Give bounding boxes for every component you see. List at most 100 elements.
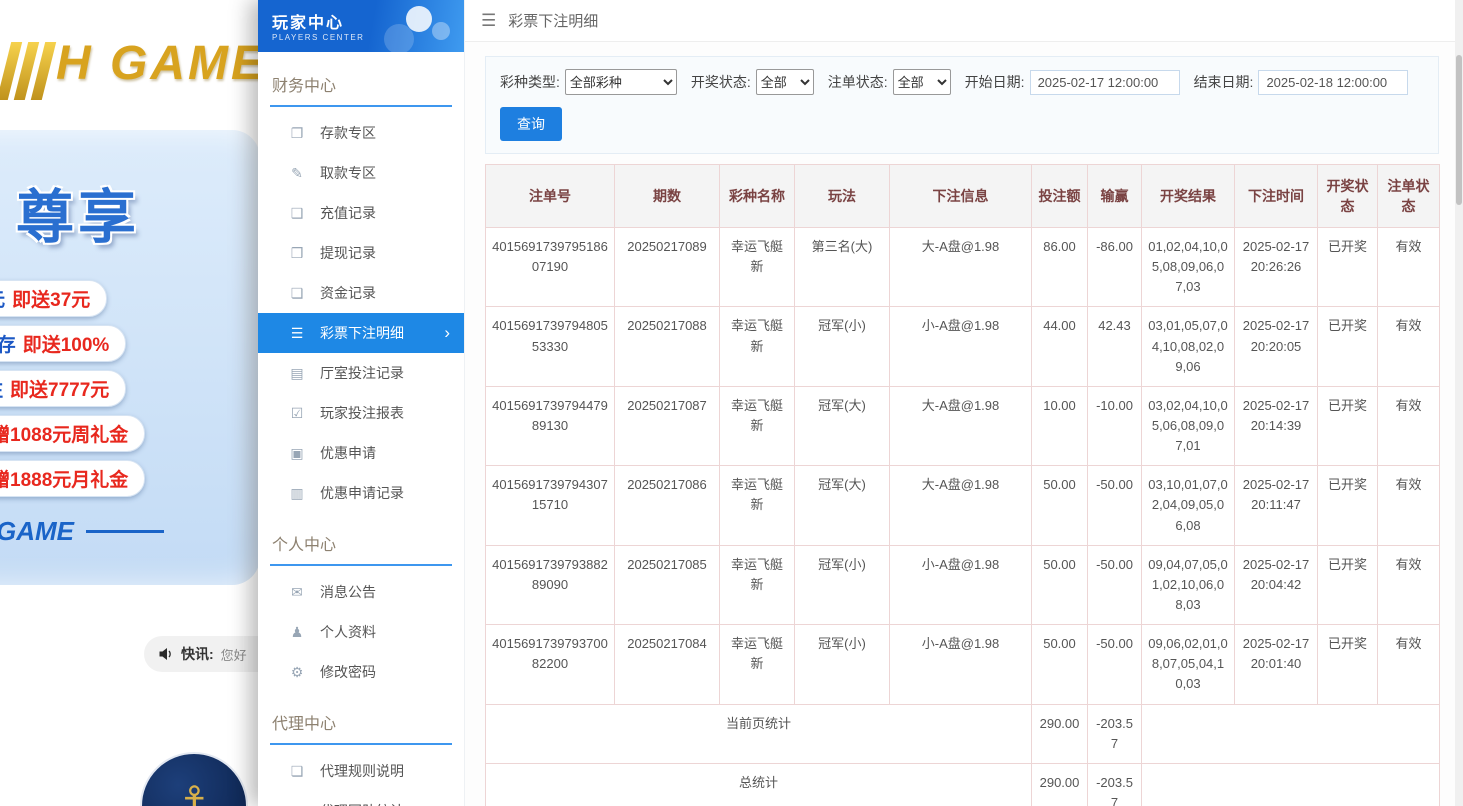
cell-play-type: 冠军(小): [795, 625, 890, 704]
sidebar-item-label: 彩票下注明细: [320, 323, 404, 343]
brand-line: H GAME: [0, 516, 164, 547]
cell-bet-time: 2025-02-17 20:01:40: [1235, 625, 1318, 704]
table-row: 401569173979370082200 20250217084 幸运飞艇新 …: [486, 625, 1440, 704]
sidebar-item-recharge-records[interactable]: ❑ 充值记录 ›: [258, 193, 464, 233]
site-logo: H GAME: [0, 30, 258, 120]
cell-period: 20250217084: [615, 625, 720, 704]
cell-win-loss: -50.00: [1088, 545, 1142, 624]
brand-dash: [86, 530, 164, 533]
main-content: ☰ 彩票下注明细 彩种类型: 全部彩种 开奖状态: 全部: [465, 0, 1455, 806]
sidebar-section-heading: 财务中心: [270, 64, 452, 107]
cell-order-status: 有效: [1378, 625, 1440, 704]
cell-order-status: 有效: [1378, 386, 1440, 465]
cell-order-status: 有效: [1378, 228, 1440, 307]
content-topbar: ☰ 彩票下注明细: [465, 0, 1455, 42]
table-row: 401569173979388289090 20250217085 幸运飞艇新 …: [486, 545, 1440, 624]
brand-line-text: H GAME: [0, 516, 74, 547]
cell-bet-info: 小-A盘@1.98: [890, 545, 1032, 624]
sidebar-item-deposit-zone[interactable]: ❐ 存款专区 ›: [258, 113, 464, 153]
menu-toggle-icon[interactable]: ☰: [481, 11, 496, 31]
sidebar-item-announcements[interactable]: ✉ 消息公告 ›: [258, 572, 464, 612]
end-date-input[interactable]: [1258, 70, 1408, 95]
deposit-card-icon: ❐: [288, 125, 306, 142]
sidebar-item-funds-records[interactable]: ❏ 资金记录 ›: [258, 273, 464, 313]
column-header: 彩种名称: [720, 165, 795, 228]
column-header: 注单号: [486, 165, 615, 228]
column-header: 开奖状态: [1318, 165, 1378, 228]
cell-draw-status: 已开奖: [1318, 307, 1378, 386]
order-status-label: 注单状态:: [828, 72, 888, 92]
cell-bet-info: 大-A盘@1.98: [890, 228, 1032, 307]
start-date-input[interactable]: [1030, 70, 1180, 95]
sidebar-section: 代理中心 ❏ 代理规则说明 › ▦ 代理团队统计 ›: [258, 702, 464, 806]
cell-period: 20250217089: [615, 228, 720, 307]
cell-order-status: 有效: [1378, 307, 1440, 386]
bets-table: 注单号期数彩种名称玩法下注信息投注额输赢开奖结果下注时间开奖状态注单状态 401…: [485, 164, 1440, 806]
column-header: 期数: [615, 165, 720, 228]
table-row: 401569173979447989130 20250217087 幸运飞艇新 …: [486, 386, 1440, 465]
column-header: 输赢: [1088, 165, 1142, 228]
sidebar-item-label: 个人资料: [320, 622, 376, 642]
table-row: 401569173979518607190 20250217089 幸运飞艇新 …: [486, 228, 1440, 307]
sidebar-section-items: ✉ 消息公告 › ♟ 个人资料 › ⚙ 修改密码 ›: [258, 566, 464, 692]
sidebar-item-agent-team-stats[interactable]: ▦ 代理团队统计 ›: [258, 791, 464, 806]
cell-order-no: 401569173979518607190: [486, 228, 615, 307]
order-status-select[interactable]: 全部: [893, 69, 951, 95]
promo-banner-red-text: 加赠1088元周礼金: [0, 420, 128, 447]
cell-bet-info: 大-A盘@1.98: [890, 386, 1032, 465]
sidebar-item-label: 取款专区: [320, 163, 376, 183]
table-row: 401569173979430715710 20250217086 幸运飞艇新 …: [486, 466, 1440, 545]
sidebar-section-heading: 代理中心: [270, 702, 452, 745]
chevron-right-icon: ›: [444, 323, 450, 343]
promo-record-icon: ▥: [288, 485, 306, 502]
cell-draw-result: 03,02,04,10,05,06,08,09,07,01: [1142, 386, 1235, 465]
sidebar-item-label: 代理团队统计: [320, 801, 404, 806]
promo-banner-blue-text: 60元: [0, 285, 5, 312]
cell-bet-info: 小-A盘@1.98: [890, 625, 1032, 704]
page-summary-label: 当前页统计: [486, 704, 1032, 763]
sidebar-section: 财务中心 ❐ 存款专区 › ✎ 取款专区 › ❑ 充值记录 › ❒ 提现记录 ›…: [258, 64, 464, 513]
sidebar-item-promo-application[interactable]: ▣ 优惠申请 ›: [258, 433, 464, 473]
cell-order-no: 401569173979447989130: [486, 386, 615, 465]
cell-period: 20250217087: [615, 386, 720, 465]
cell-draw-result: 09,04,07,05,01,02,10,06,08,03: [1142, 545, 1235, 624]
sidebar-item-promo-application-records[interactable]: ▥ 优惠申请记录 ›: [258, 473, 464, 513]
lottery-type-select[interactable]: 全部彩种: [565, 69, 677, 95]
sidebar-item-label: 存款专区: [320, 123, 376, 143]
cell-draw-status: 已开奖: [1318, 228, 1378, 307]
cell-order-no: 401569173979388289090: [486, 545, 615, 624]
column-header: 下注信息: [890, 165, 1032, 228]
gear-icon: ⚙: [288, 664, 306, 681]
sidebar-item-room-bet-records[interactable]: ▤ 厅室投注记录 ›: [258, 353, 464, 393]
cell-order-status: 有效: [1378, 466, 1440, 545]
sidebar-item-label: 优惠申请: [320, 443, 376, 463]
sidebar: 玩家中心 PLAYERS CENTER 财务中心 ❐ 存款专区 › ✎ 取款专区…: [258, 0, 465, 806]
query-button[interactable]: 查询: [500, 107, 562, 141]
page-scrollbar[interactable]: [1455, 0, 1463, 806]
hero-text: 尊享: [16, 170, 140, 254]
cell-bet-info: 大-A盘@1.98: [890, 466, 1032, 545]
sidebar-item-withdraw-zone[interactable]: ✎ 取款专区 ›: [258, 153, 464, 193]
promo-banner: 加赠1888元月礼金: [0, 460, 145, 497]
sidebar-item-agent-rules[interactable]: ❏ 代理规则说明 ›: [258, 751, 464, 791]
cell-draw-result: 09,06,02,01,08,07,05,04,10,03: [1142, 625, 1235, 704]
sidebar-item-label: 修改密码: [320, 662, 376, 682]
ticker-label: 快讯:: [181, 644, 214, 664]
cell-lottery-name: 幸运飞艇新: [720, 466, 795, 545]
cell-bet-time: 2025-02-17 20:04:42: [1235, 545, 1318, 624]
total-summary-winloss: -203.57: [1088, 763, 1142, 806]
chart-icon: ▦: [288, 803, 306, 806]
cell-draw-result: 01,02,04,10,05,08,09,06,07,03: [1142, 228, 1235, 307]
sidebar-item-player-bet-report[interactable]: ☑ 玩家投注报表 ›: [258, 393, 464, 433]
cell-play-type: 冠军(小): [795, 307, 890, 386]
sidebar-item-change-password[interactable]: ⚙ 修改密码 ›: [258, 652, 464, 692]
draw-status-select[interactable]: 全部: [756, 69, 814, 95]
bets-table-card: 注单号期数彩种名称玩法下注信息投注额输赢开奖结果下注时间开奖状态注单状态 401…: [485, 164, 1439, 806]
sidebar-item-withdrawal-records[interactable]: ❒ 提现记录 ›: [258, 233, 464, 273]
cell-draw-result: 03,01,05,07,04,10,08,02,09,06: [1142, 307, 1235, 386]
cell-win-loss: -86.00: [1088, 228, 1142, 307]
sidebar-item-label: 玩家投注报表: [320, 403, 404, 423]
sidebar-item-profile[interactable]: ♟ 个人资料 ›: [258, 612, 464, 652]
scrollbar-thumb[interactable]: [1456, 55, 1462, 205]
sidebar-item-lottery-bet-details[interactable]: ☰ 彩票下注明细 ›: [258, 313, 464, 353]
